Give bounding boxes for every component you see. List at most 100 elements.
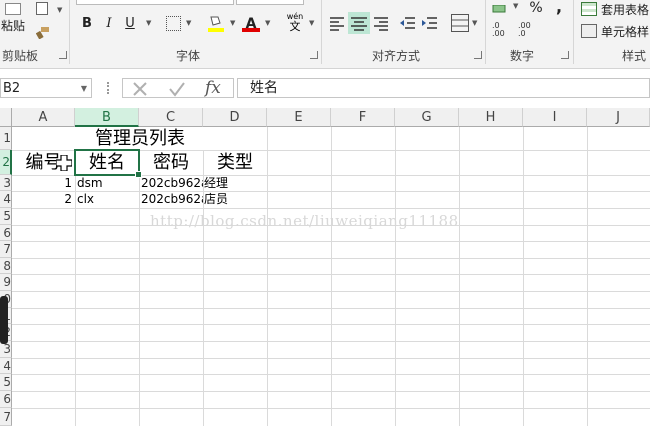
col-header-j[interactable]: J bbox=[587, 108, 650, 127]
border-icon[interactable] bbox=[166, 16, 181, 31]
ribbon: 粘贴 ▼ 剪贴板 B I U ▼ ▼ ▼ A ▼ wén 文 ▼ 字体 ▼ 对齐… bbox=[0, 0, 650, 69]
ribbon-separator bbox=[573, 0, 574, 64]
font-color-swatch bbox=[242, 28, 260, 32]
currency-dropdown-icon[interactable]: ▼ bbox=[513, 2, 518, 10]
font-color-dropdown-icon[interactable]: ▼ bbox=[265, 19, 270, 27]
row-header[interactable]: 9 bbox=[0, 274, 12, 291]
row-header[interactable]: 7 bbox=[0, 408, 12, 426]
formula-bar-grip-icon[interactable] bbox=[107, 82, 111, 94]
merge-dropdown-icon[interactable]: ▼ bbox=[472, 19, 477, 27]
fill-color-icon[interactable] bbox=[208, 14, 224, 32]
row-header[interactable]: 6 bbox=[0, 391, 12, 408]
row-header[interactable]: 6 bbox=[0, 225, 12, 241]
row-header[interactable]: 4 bbox=[0, 358, 12, 374]
underline-button[interactable]: U bbox=[123, 14, 137, 32]
currency-icon[interactable] bbox=[492, 0, 508, 13]
table-title: 管理员列表 bbox=[95, 128, 185, 149]
bold-button[interactable]: B bbox=[80, 14, 94, 32]
decrease-decimal-button[interactable]: .00 .0 bbox=[518, 22, 540, 38]
border-dropdown-icon[interactable]: ▼ bbox=[186, 19, 191, 27]
ribbon-separator bbox=[321, 0, 322, 64]
merge-center-icon[interactable] bbox=[451, 14, 469, 32]
align-right-icon[interactable] bbox=[372, 14, 390, 32]
number-launcher-icon[interactable] bbox=[561, 51, 569, 59]
side-scroll-handle[interactable] bbox=[0, 296, 8, 344]
col-header-g[interactable]: G bbox=[395, 108, 459, 127]
row-header[interactable]: 7 bbox=[0, 241, 12, 258]
row-header[interactable]: 1 bbox=[0, 127, 12, 150]
paste-label: 粘贴 bbox=[0, 18, 25, 33]
gridline bbox=[12, 208, 650, 209]
ribbon-separator bbox=[485, 0, 486, 64]
gridline bbox=[12, 408, 650, 409]
cell-password[interactable]: 202cb962a bbox=[141, 175, 203, 191]
row-header[interactable]: 5 bbox=[0, 374, 12, 391]
fill-dropdown-icon[interactable]: ▼ bbox=[230, 19, 235, 27]
increase-indent-icon[interactable] bbox=[420, 14, 438, 32]
enter-icon[interactable] bbox=[167, 80, 187, 98]
row-header[interactable]: 5 bbox=[0, 208, 12, 225]
phonetic-button[interactable]: wén 文 bbox=[284, 12, 306, 34]
col-header-i[interactable]: I bbox=[523, 108, 587, 127]
comma-button[interactable]: , bbox=[554, 0, 564, 16]
clipboard-launcher-icon[interactable] bbox=[59, 51, 67, 59]
row-header[interactable]: 4 bbox=[0, 191, 12, 208]
select-all-corner[interactable] bbox=[0, 108, 12, 127]
font-size-box[interactable] bbox=[236, 0, 304, 5]
clipboard-icon bbox=[5, 2, 21, 15]
cell-id[interactable]: 2 bbox=[13, 191, 72, 208]
copy-dropdown-icon[interactable]: ▼ bbox=[57, 6, 62, 14]
worksheet-grid[interactable]: A B C D E F G H I J 1 2 3 4 5 6 7 8 9 0 … bbox=[0, 108, 650, 426]
insert-function-icon[interactable]: fx bbox=[205, 78, 221, 98]
format-as-table-button[interactable]: 套用表格 bbox=[581, 0, 650, 18]
copy-icon[interactable] bbox=[36, 2, 48, 15]
gridline bbox=[12, 391, 650, 392]
italic-button[interactable]: I bbox=[102, 14, 116, 32]
underline-dropdown-icon[interactable]: ▼ bbox=[146, 19, 151, 27]
phonetic-bottom: 文 bbox=[289, 20, 301, 33]
font-color-button[interactable]: A bbox=[242, 13, 260, 33]
col-header-b[interactable]: B bbox=[75, 108, 139, 127]
col-header-e[interactable]: E bbox=[267, 108, 331, 127]
decrease-indent-icon[interactable] bbox=[398, 14, 416, 32]
col-header-d[interactable]: D bbox=[203, 108, 267, 127]
alignment-launcher-icon[interactable] bbox=[474, 51, 482, 59]
active-cell-border bbox=[74, 149, 140, 176]
cell-type[interactable]: 经理 bbox=[204, 175, 266, 191]
name-box[interactable]: B2 ▼ bbox=[0, 78, 92, 98]
increase-decimal-sub: .00 bbox=[492, 29, 505, 38]
col-header-c[interactable]: C bbox=[139, 108, 203, 127]
row-header[interactable]: 3 bbox=[0, 175, 12, 191]
cell-id[interactable]: 1 bbox=[13, 175, 72, 191]
col-header-h[interactable]: H bbox=[459, 108, 523, 127]
increase-decimal-button[interactable]: .0 .00 bbox=[492, 22, 514, 38]
cell-name[interactable]: dsm bbox=[77, 175, 137, 191]
col-header-f[interactable]: F bbox=[331, 108, 395, 127]
header-cell-password[interactable]: 密码 bbox=[140, 150, 202, 175]
font-launcher-icon[interactable] bbox=[310, 51, 318, 59]
table-style-icon bbox=[581, 2, 597, 16]
gridline bbox=[12, 324, 650, 325]
font-name-box[interactable] bbox=[76, 0, 234, 5]
col-header-a[interactable]: A bbox=[12, 108, 75, 127]
formula-input[interactable]: 姓名 bbox=[237, 78, 650, 98]
phonetic-dropdown-icon[interactable]: ▼ bbox=[309, 19, 314, 27]
header-cell-type[interactable]: 类型 bbox=[204, 150, 266, 175]
formula-bar: B2 ▼ fx 姓名 bbox=[0, 70, 650, 108]
cell-type[interactable]: 店员 bbox=[204, 191, 266, 208]
align-left-icon[interactable] bbox=[328, 14, 346, 32]
align-center-icon[interactable] bbox=[348, 12, 370, 34]
percent-button[interactable]: % bbox=[528, 0, 544, 16]
cell-styles-button[interactable]: 单元格样 bbox=[581, 22, 650, 40]
name-box-dropdown-icon[interactable]: ▼ bbox=[81, 79, 87, 99]
cell-password[interactable]: 202cb962a bbox=[141, 191, 203, 208]
row-header[interactable]: 8 bbox=[0, 258, 12, 274]
format-painter-icon[interactable] bbox=[35, 24, 50, 40]
gridline bbox=[12, 258, 650, 259]
row-header[interactable]: 2 bbox=[0, 150, 12, 175]
cell-style-icon bbox=[581, 24, 597, 38]
cell-name[interactable]: clx bbox=[77, 191, 137, 208]
gridline bbox=[12, 358, 650, 359]
cancel-icon[interactable] bbox=[131, 80, 149, 98]
paste-button[interactable]: 粘贴 bbox=[0, 0, 26, 40]
